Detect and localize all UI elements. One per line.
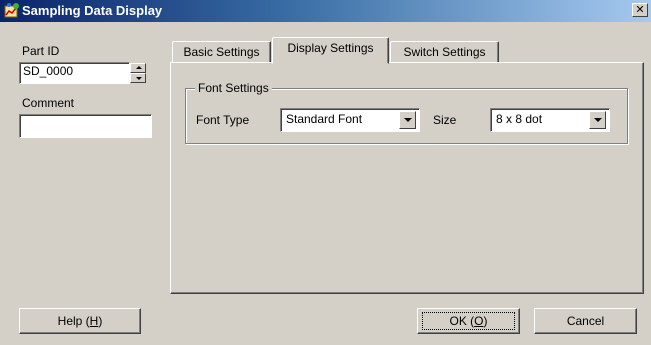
- cancel-button[interactable]: Cancel: [534, 308, 637, 334]
- ok-button[interactable]: OK (O): [417, 308, 520, 334]
- font-type-select[interactable]: Standard Font: [280, 108, 420, 132]
- help-button[interactable]: Help (H): [19, 308, 141, 334]
- tab-label: Basic Settings: [183, 45, 260, 59]
- tab-basic-settings[interactable]: Basic Settings: [172, 41, 271, 62]
- spin-up-button[interactable]: [130, 63, 146, 73]
- font-type-dropdown-button[interactable]: [399, 111, 416, 129]
- dialog-window: Sampling Data Display ✕ Part ID SD_0000 …: [0, 0, 651, 345]
- close-icon: ✕: [635, 4, 645, 16]
- arrow-up-icon: [136, 66, 142, 69]
- size-dropdown-button[interactable]: [589, 111, 606, 129]
- comment-input[interactable]: [19, 114, 152, 138]
- cancel-button-label: Cancel: [566, 314, 605, 328]
- help-button-label: Help (H): [57, 314, 103, 328]
- font-type-value: Standard Font: [286, 112, 363, 126]
- part-id-value: SD_0000: [23, 64, 74, 78]
- size-select[interactable]: 8 x 8 dot: [490, 108, 610, 132]
- size-value: 8 x 8 dot: [496, 112, 543, 126]
- comment-label: Comment: [22, 96, 75, 110]
- arrow-down-icon: [136, 77, 142, 80]
- tab-label: Display Settings: [287, 41, 374, 55]
- tab-label: Switch Settings: [403, 45, 486, 59]
- font-type-label: Font Type: [196, 113, 250, 127]
- close-button[interactable]: ✕: [632, 3, 648, 17]
- part-id-input[interactable]: SD_0000: [19, 62, 130, 84]
- part-id-stepper[interactable]: [130, 63, 146, 84]
- size-label: Size: [433, 113, 457, 127]
- title-bar[interactable]: Sampling Data Display ✕: [0, 0, 651, 22]
- tab-switch-settings[interactable]: Switch Settings: [390, 41, 499, 62]
- part-id-label: Part ID: [22, 44, 60, 58]
- chevron-down-icon: [594, 118, 602, 122]
- sampling-data-icon: [3, 2, 21, 20]
- window-title: Sampling Data Display: [22, 3, 163, 18]
- tab-display-settings[interactable]: Display Settings: [272, 37, 389, 64]
- ok-button-label: OK (O): [449, 314, 488, 328]
- spin-down-button[interactable]: [130, 73, 146, 83]
- font-settings-title: Font Settings: [195, 81, 272, 95]
- chevron-down-icon: [404, 118, 412, 122]
